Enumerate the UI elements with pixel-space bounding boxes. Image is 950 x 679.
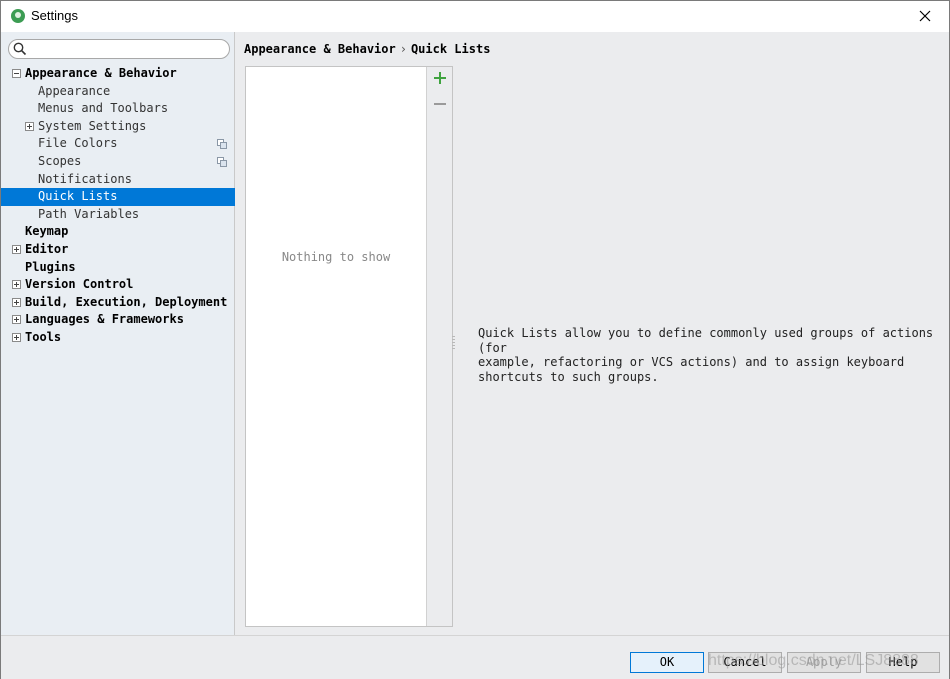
ok-button[interactable]: OK [630,652,704,673]
tree-item[interactable]: System Settings [1,118,235,136]
tree-item-label: Keymap [25,224,69,239]
tree-item[interactable]: Scopes [1,153,235,171]
empty-list-text: Nothing to show [281,250,391,264]
minus-icon [434,103,446,105]
quick-lists-list[interactable]: Nothing to show [245,66,453,627]
title-bar: Settings [1,1,949,32]
tree-item-label: Tools [25,329,62,344]
add-quick-list-button[interactable] [431,69,449,87]
tree-item-label: Languages & Frameworks [25,312,184,327]
tree-item[interactable]: File Colors [1,135,235,153]
tree-item[interactable]: Languages & Frameworks [1,311,235,329]
tree-item[interactable]: Editor [1,241,235,259]
tree-item[interactable]: Appearance & Behavior [1,65,235,83]
splitter-handle[interactable] [451,334,456,354]
window-title: Settings [31,8,78,23]
expand-icon[interactable] [12,244,21,254]
search-box[interactable] [8,39,230,59]
expand-icon[interactable] [12,297,21,307]
copy-icon [217,139,227,150]
collapse-icon[interactable] [12,69,21,78]
tree-item-label: Menus and Toolbars [38,101,169,116]
tree-item-label: Quick Lists [38,189,118,204]
tree-item-label: Appearance [38,83,111,98]
tree-item[interactable]: Notifications [1,171,235,189]
breadcrumb-parent[interactable]: Appearance & Behavior [244,42,396,56]
tree-item-label: File Colors [38,136,118,151]
tree-item-label: System Settings [38,118,147,133]
tree-item[interactable]: Path Variables [1,206,235,224]
tree-item-label: Path Variables [38,206,140,221]
search-input[interactable] [31,41,221,57]
tree-item[interactable]: Tools [1,329,235,347]
dialog-footer: OK Cancel Apply Help https://blog.csdn.n… [1,635,949,679]
quick-lists-description: Quick Lists allow you to define commonly… [478,326,934,384]
list-toolbar [426,67,452,626]
tree-item-label: Plugins [25,259,76,274]
tree-item-label: Build, Execution, Deployment [25,294,228,309]
tree-item-label: Editor [25,241,69,256]
tree-item[interactable]: Build, Execution, Deployment [1,294,235,312]
tree-item-label: Version Control [25,277,134,292]
tree-item[interactable]: Appearance [1,83,235,101]
watermark-text: https://blog.csdn.net/LSJ8888 [708,652,919,669]
content-panel: Appearance & Behavior › Quick Lists Nothin… [236,32,949,635]
tree-item[interactable]: Keymap [1,223,235,241]
tree-item[interactable]: Menus and Toolbars [1,100,235,118]
close-icon [919,10,931,22]
close-button[interactable] [903,1,949,32]
copy-icon [217,156,227,167]
expand-icon[interactable] [12,332,21,342]
tree-item[interactable]: Version Control [1,276,235,294]
tree-item[interactable]: Plugins [1,259,235,277]
expand-icon[interactable] [12,315,21,325]
breadcrumb-separator: › [399,42,407,56]
tree-item-label: Scopes [38,153,82,168]
tree-item[interactable]: Quick Lists [1,188,235,206]
settings-window: Settings Appearance & Behavior Appearance… [0,0,950,679]
search-icon [13,42,27,56]
expand-icon[interactable] [12,280,21,290]
expand-icon[interactable] [25,121,34,131]
breadcrumb-current: Quick Lists [410,42,491,56]
settings-tree: Appearance & Behavior Appearance Menus and… [1,65,235,347]
app-logo-icon [11,9,25,23]
breadcrumb: Appearance & Behavior › Quick Lists [244,42,490,56]
remove-quick-list-button[interactable] [431,95,449,113]
plus-icon [434,72,446,84]
tree-item-label: Appearance & Behavior [25,66,177,80]
settings-sidebar: Appearance & Behavior Appearance Menus and… [1,32,235,635]
tree-item-label: Notifications [38,171,132,186]
